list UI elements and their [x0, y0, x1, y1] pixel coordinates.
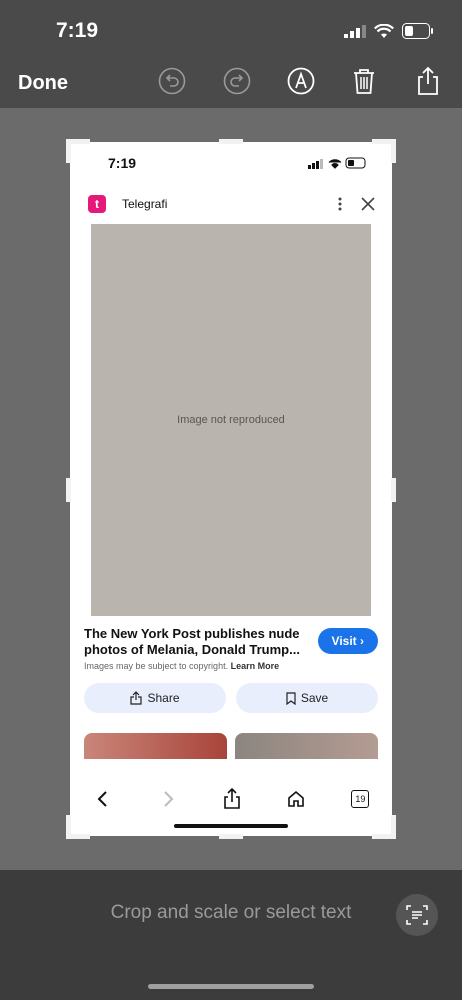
undo-icon [158, 67, 186, 95]
caption-title[interactable]: The New York Post publishes nude photos … [84, 626, 300, 658]
live-text-icon [406, 905, 428, 925]
related-thumbnails [70, 725, 392, 759]
markup-pen-icon [287, 67, 315, 95]
share-label: Share [147, 691, 180, 705]
live-text-button[interactable] [396, 894, 438, 936]
crop-hint: Crop and scale or select text [110, 902, 352, 923]
tabs-count: 19 [355, 794, 366, 804]
close-icon[interactable] [354, 196, 378, 212]
learn-more-link[interactable]: Learn More [231, 661, 280, 671]
source-row: t Telegrafi [70, 184, 392, 224]
markup-pen-button[interactable] [284, 64, 318, 98]
crop-handle-middle-right[interactable] [391, 478, 396, 502]
back-icon[interactable] [93, 789, 113, 809]
redo-icon [223, 67, 251, 95]
image-placeholder: Image not reproduced [91, 224, 371, 616]
crop-handle-top-center[interactable] [219, 139, 243, 144]
trash-icon [354, 69, 374, 94]
preview-status-time: 7:19 [108, 155, 137, 171]
action-row: Share Save [70, 671, 392, 725]
crop-handle-top-left[interactable] [66, 139, 71, 163]
preview-home-indicator [174, 824, 288, 828]
browser-toolbar: 19 [70, 774, 392, 824]
delete-button[interactable] [347, 64, 381, 98]
share-icon[interactable] [223, 788, 241, 810]
crop-handle-bottom-left[interactable] [66, 815, 71, 839]
related-thumbnail[interactable] [84, 733, 227, 759]
save-button[interactable]: Save [236, 683, 378, 713]
copyright-text: Images may be subject to copyright. [84, 661, 229, 671]
undo-button[interactable] [155, 64, 189, 98]
status-icons [344, 23, 434, 39]
crop-handle-bottom-right[interactable] [391, 815, 396, 839]
bottom-bar [0, 870, 462, 1000]
signal-icon [344, 25, 366, 38]
tabs-button[interactable]: 19 [351, 790, 370, 808]
preview-status-bar: 7:19 [70, 142, 392, 184]
share-icon [418, 66, 438, 95]
screenshot-preview: 7:19 t Telegrafi Image not reproduced Th… [70, 142, 392, 836]
visit-button[interactable]: Visit › [317, 628, 378, 654]
telegrafi-logo: t [88, 195, 106, 213]
crop-handle-middle-left[interactable] [66, 478, 71, 502]
preview-status-icons [308, 157, 366, 169]
home-indicator [148, 984, 314, 989]
share-button[interactable]: Share [84, 683, 226, 713]
caption: The New York Post publishes nude photos … [70, 616, 392, 671]
source-name: Telegrafi [122, 197, 168, 211]
copyright-note: Images may be subject to copyright. Lear… [84, 661, 378, 671]
save-label: Save [300, 691, 329, 705]
crop-handle-bottom-center[interactable] [219, 834, 243, 839]
more-options-icon[interactable] [332, 196, 354, 212]
related-thumbnail[interactable] [235, 733, 378, 759]
status-bar: 7:19 [0, 0, 462, 62]
status-time: 7:19 [56, 19, 99, 42]
forward-icon[interactable] [158, 789, 178, 809]
crop-handle-top-right[interactable] [391, 139, 396, 163]
share-icon [130, 691, 143, 705]
redo-button[interactable] [220, 64, 254, 98]
done-button[interactable]: Done [18, 72, 68, 95]
wifi-icon [374, 23, 394, 38]
share-sheet-button[interactable] [411, 64, 445, 98]
image-area: Image not reproduced [70, 224, 392, 616]
bookmark-icon [286, 691, 296, 705]
battery-icon [402, 23, 433, 39]
home-icon[interactable] [286, 789, 306, 809]
